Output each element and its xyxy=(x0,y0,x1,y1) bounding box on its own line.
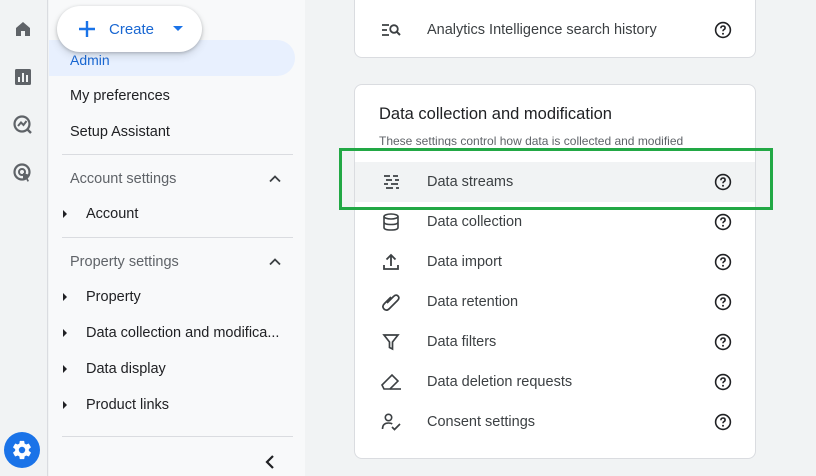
help-icon[interactable] xyxy=(714,21,732,39)
row-analytics-intelligence-search-history[interactable]: Analytics Intelligence search history xyxy=(355,10,755,50)
help-icon[interactable] xyxy=(714,293,732,311)
row-label: Analytics Intelligence search history xyxy=(427,22,657,38)
help-icon[interactable] xyxy=(714,413,732,431)
row-label: Data deletion requests xyxy=(427,374,573,390)
nav-item-product-links[interactable]: Product links xyxy=(63,395,169,415)
help-icon[interactable] xyxy=(714,213,732,231)
paperclip-icon xyxy=(382,294,400,311)
row-data-filters[interactable]: Data filters xyxy=(355,322,755,362)
row-label: Data collection xyxy=(427,214,523,230)
nav-item-setup-assistant[interactable]: Setup Assistant xyxy=(70,124,170,140)
nav-item-product-links-label: Product links xyxy=(86,397,170,413)
row-data-import[interactable]: Data import xyxy=(355,242,755,282)
filter-icon xyxy=(382,334,400,351)
help-icon[interactable] xyxy=(714,253,732,271)
row-consent-settings[interactable]: Consent settings xyxy=(355,402,755,442)
home-icon[interactable] xyxy=(10,16,36,42)
card-title: Data collection and modification xyxy=(379,105,612,123)
data-streams-icon xyxy=(384,175,399,189)
expand-arrow-icon xyxy=(63,401,67,409)
search-history-icon xyxy=(382,24,401,36)
nav-item-data-collection-label: Data collection and modifica... xyxy=(86,325,280,341)
dropdown-arrow-icon[interactable] xyxy=(172,25,184,33)
create-button[interactable]: Create xyxy=(57,6,202,52)
advertising-icon[interactable] xyxy=(10,160,36,186)
row-data-streams[interactable]: Data streams xyxy=(355,162,755,202)
nav-item-data-display[interactable]: Data display xyxy=(63,359,166,379)
nav-divider xyxy=(62,436,293,437)
expand-arrow-icon xyxy=(63,329,67,337)
collapse-nav-chevron-left-icon[interactable] xyxy=(262,453,278,471)
nav-item-account-label: Account xyxy=(86,206,139,222)
account-settings-header[interactable]: Account settings xyxy=(70,171,176,187)
nav-divider xyxy=(62,154,293,155)
nav-item-account[interactable]: Account xyxy=(63,204,138,224)
help-icon[interactable] xyxy=(714,373,732,391)
help-icon[interactable] xyxy=(714,173,732,191)
expand-arrow-icon xyxy=(63,210,67,218)
plus-icon xyxy=(79,21,95,37)
intelligence-card: Analytics Intelligence search history xyxy=(354,0,756,58)
row-label: Data streams xyxy=(427,174,514,190)
create-button-label: Create xyxy=(109,21,155,38)
property-settings-header[interactable]: Property settings xyxy=(70,254,179,270)
explore-icon[interactable] xyxy=(10,112,36,138)
data-collection-card: Data collection and modification These s… xyxy=(354,84,756,459)
expand-arrow-icon xyxy=(63,293,67,301)
row-data-retention[interactable]: Data retention xyxy=(355,282,755,322)
nav-divider xyxy=(62,237,293,238)
nav-item-data-display-label: Data display xyxy=(86,361,166,377)
database-icon xyxy=(383,213,399,231)
eraser-icon xyxy=(381,373,401,390)
expand-arrow-icon xyxy=(63,365,67,373)
upload-icon xyxy=(383,253,399,270)
nav-item-admin-label: Admin xyxy=(70,52,110,68)
admin-nav-panel: Admin My preferences Setup Assistant Acc… xyxy=(49,0,305,476)
help-icon[interactable] xyxy=(714,333,732,351)
nav-item-data-collection[interactable]: Data collection and modifica... xyxy=(63,323,279,343)
chevron-up-icon[interactable] xyxy=(268,255,282,269)
nav-item-my-preferences[interactable]: My preferences xyxy=(70,88,170,104)
row-label: Data retention xyxy=(427,294,519,310)
nav-item-property-label: Property xyxy=(86,289,141,305)
row-label: Data import xyxy=(427,254,502,270)
row-label: Data filters xyxy=(427,334,497,350)
row-data-collection[interactable]: Data collection xyxy=(355,202,755,242)
row-label: Consent settings xyxy=(427,414,536,430)
consent-icon xyxy=(381,413,401,431)
chevron-up-icon[interactable] xyxy=(268,172,282,186)
admin-settings-icon[interactable] xyxy=(4,432,40,468)
nav-item-property[interactable]: Property xyxy=(63,287,141,307)
row-data-deletion-requests[interactable]: Data deletion requests xyxy=(355,362,755,402)
reports-icon[interactable] xyxy=(10,64,36,90)
left-rail xyxy=(0,0,48,476)
card-description: These settings control how data is colle… xyxy=(379,134,684,146)
